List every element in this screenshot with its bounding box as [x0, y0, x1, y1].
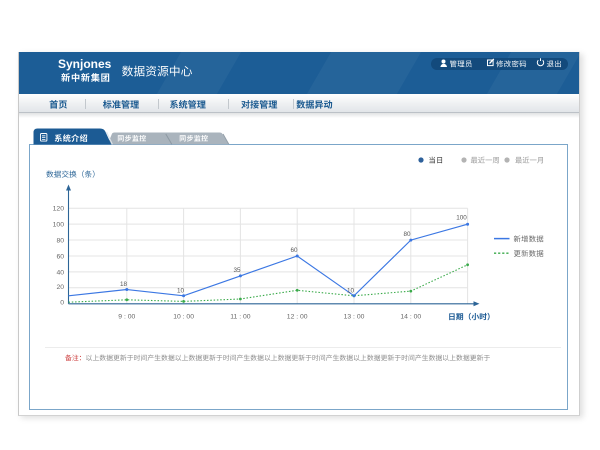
svg-text:100: 100: [53, 222, 65, 229]
svg-text:10: 10: [177, 288, 185, 295]
svg-text:80: 80: [56, 237, 64, 244]
svg-text:14 : 00: 14 : 00: [400, 314, 421, 321]
svg-text:80: 80: [403, 231, 411, 238]
svg-text:11 : 00: 11 : 00: [230, 314, 251, 321]
svg-text:10 : 00: 10 : 00: [173, 314, 194, 321]
svg-text:60: 60: [56, 253, 64, 260]
svg-text:35: 35: [233, 267, 241, 274]
svg-text:9 : 00: 9 : 00: [118, 314, 135, 321]
svg-text:10: 10: [347, 288, 355, 295]
svg-text:18: 18: [120, 281, 128, 288]
svg-text:120: 120: [53, 206, 65, 213]
svg-text:0: 0: [60, 299, 64, 306]
svg-text:13 : 00: 13 : 00: [344, 314, 365, 321]
svg-text:40: 40: [56, 269, 64, 276]
svg-text:60: 60: [290, 247, 298, 254]
svg-text:20: 20: [56, 284, 64, 291]
svg-text:12 : 00: 12 : 00: [287, 314, 308, 321]
svg-text:100: 100: [456, 215, 467, 222]
